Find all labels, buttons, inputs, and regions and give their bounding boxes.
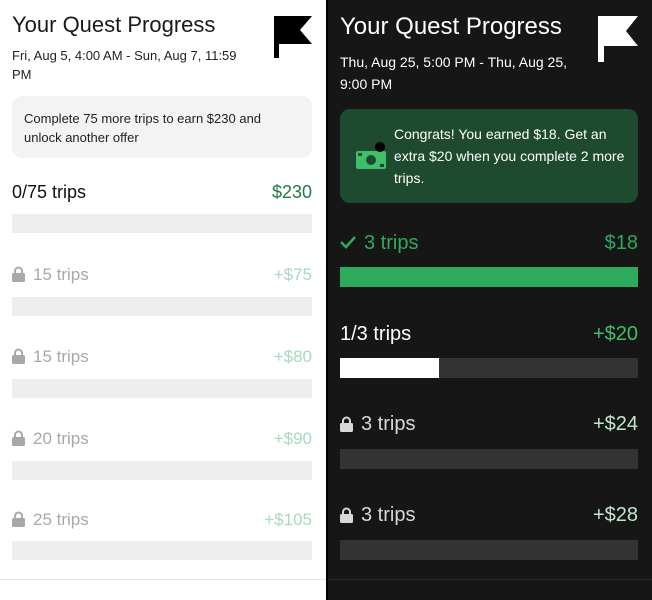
progress-track <box>12 214 312 233</box>
info-text: Complete 75 more trips to earn $230 and … <box>24 111 262 145</box>
quest-row-amount: $18 <box>604 232 638 254</box>
lock-icon <box>12 430 25 446</box>
quest-row-label: 1/3 trips <box>340 323 412 345</box>
progress-fill <box>340 358 440 378</box>
quest-dates: Thu, Aug 25, 5:00 PM - Thu, Aug 25, 9:00… <box>340 54 568 92</box>
flag-icon <box>598 16 638 62</box>
progress-track <box>12 379 312 398</box>
quest-row-amount: +$75 <box>273 265 312 284</box>
lock-icon <box>12 266 25 282</box>
quest-row-amount: $230 <box>271 182 312 202</box>
progress-track <box>340 267 638 287</box>
quest-panel-light: Your Quest Progress Fri, Aug 5, 4:00 AM … <box>0 0 326 600</box>
quest-row-label-text: 3 trips <box>361 504 416 526</box>
quest-row-label: 3 trips <box>340 231 418 255</box>
quest-row-label-text: 15 trips <box>33 347 89 366</box>
check-icon <box>340 236 356 249</box>
progress-track <box>12 461 312 480</box>
quest-row-amount: +$90 <box>273 429 312 448</box>
progress-track <box>12 297 312 316</box>
quest-row-label: 15 trips <box>12 346 89 368</box>
divider <box>328 579 652 580</box>
flag-icon <box>274 16 312 58</box>
quest-dates: Fri, Aug 5, 4:00 AM - Sun, Aug 7, 11:59 … <box>12 48 237 82</box>
progress-track <box>340 540 638 560</box>
quest-row-label-text: 25 trips <box>33 510 89 529</box>
quest-row-amount: +$80 <box>273 347 312 366</box>
money-icon <box>356 142 386 169</box>
page-title: Your Quest Progress <box>12 12 216 37</box>
quest-row-label: 0/75 trips <box>12 182 87 202</box>
page-title: Your Quest Progress <box>340 13 562 40</box>
quest-row-amount: +$20 <box>592 323 638 345</box>
quest-row-label: 25 trips <box>12 509 89 531</box>
quest-row-label: 3 trips <box>340 503 415 527</box>
congrats-box: Congrats! You earned $18. Get an extra $… <box>340 109 638 203</box>
lock-icon <box>340 507 353 523</box>
congrats-text: Congrats! You earned $18. Get an extra $… <box>394 126 625 186</box>
info-box: Complete 75 more trips to earn $230 and … <box>12 96 312 158</box>
quest-row-amount: +$24 <box>592 413 638 435</box>
quest-row-label: 3 trips <box>340 412 415 436</box>
divider <box>0 579 326 580</box>
quest-row-label-text: 20 trips <box>33 429 89 448</box>
quest-row-amount: +$28 <box>592 504 638 526</box>
quest-row-amount: +$105 <box>264 510 312 529</box>
quest-panel-dark: Your Quest Progress Thu, Aug 25, 5:00 PM… <box>328 0 652 600</box>
lock-icon <box>12 348 25 364</box>
quest-row-label-text: 3 trips <box>364 232 419 254</box>
quest-row-label: 20 trips <box>12 428 89 450</box>
progress-track <box>340 358 638 378</box>
quest-row-label: 15 trips <box>12 264 89 286</box>
quest-row-label-text: 15 trips <box>33 265 89 284</box>
progress-track <box>12 541 312 560</box>
progress-track <box>340 449 638 469</box>
lock-icon <box>12 511 25 527</box>
progress-fill <box>340 267 638 287</box>
lock-icon <box>340 416 353 432</box>
quest-row-label-text: 3 trips <box>361 413 416 435</box>
